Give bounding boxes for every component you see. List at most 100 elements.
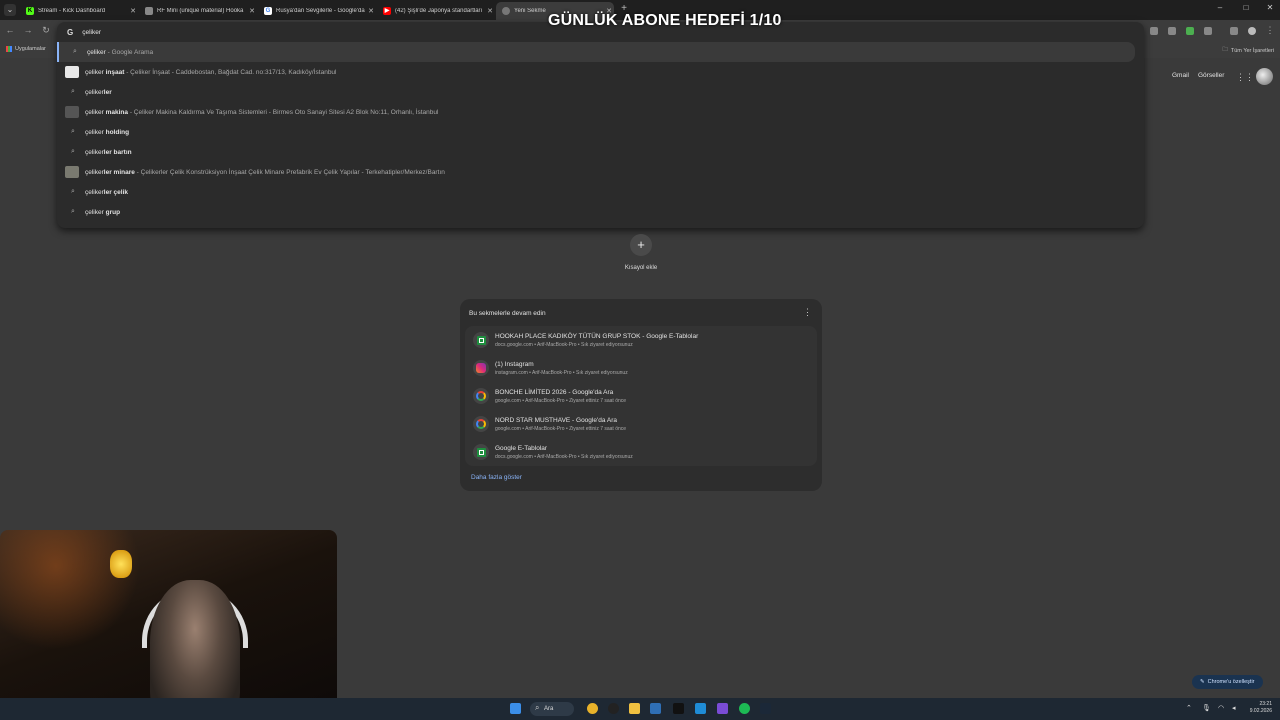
downloads-icon[interactable] bbox=[1230, 27, 1238, 35]
kick-icon: K bbox=[26, 7, 34, 15]
spotify-icon[interactable] bbox=[739, 703, 750, 714]
suggestion-prefix: çeliker bbox=[85, 88, 104, 96]
google-top-links: Gmail Görseller bbox=[1172, 72, 1224, 79]
search-icon: ⌕ bbox=[73, 48, 77, 55]
webcam-background bbox=[0, 530, 140, 650]
taskbar-clock[interactable]: 23:21 9.02.2026 bbox=[1250, 701, 1272, 715]
chrome-icon bbox=[502, 7, 510, 15]
search-icon: ⌕ bbox=[71, 148, 75, 155]
sheets-icon bbox=[473, 444, 489, 460]
suggestion-item[interactable]: ⌕ çelikerler bartın bbox=[57, 142, 1144, 162]
all-bookmarks[interactable]: 🗀 Tüm Yer İşaretleri bbox=[1222, 46, 1274, 55]
item-subtitle: docs.google.com • Arif-MacBook-Pro • Sık… bbox=[495, 342, 633, 348]
suggestion-item[interactable]: çelikerler minare - Çelikerler Çelik Kon… bbox=[57, 162, 1144, 182]
tab-close-icon[interactable]: ✕ bbox=[485, 7, 495, 15]
tab-kick[interactable]: K Stream - Kick Dashboard ✕ bbox=[20, 2, 138, 20]
steam-icon[interactable] bbox=[760, 703, 771, 714]
tab-label: RF Mini (unique material) Hooka bbox=[157, 8, 244, 14]
menu-icon[interactable]: ⋮ bbox=[1264, 25, 1276, 36]
list-item[interactable]: NORD STAR MUSTHAVE - Google'da Ara googl… bbox=[465, 410, 817, 438]
suggestion-item[interactable]: ⌕ çeliker grup bbox=[57, 202, 1144, 222]
list-item[interactable]: BONCHE LİMİTED 2026 - Google'da Ara goog… bbox=[465, 382, 817, 410]
card-menu-icon[interactable]: ⋮ bbox=[803, 307, 812, 318]
app-taskbar-icon[interactable] bbox=[608, 703, 619, 714]
minimize-button[interactable]: – bbox=[1212, 3, 1228, 12]
address-input-text[interactable]: çeliker bbox=[82, 29, 101, 36]
terminal-icon[interactable] bbox=[673, 703, 684, 714]
suggestion-item[interactable]: çeliker makina - Çeliker Makina Kaldırma… bbox=[57, 102, 1144, 122]
item-subtitle: instagram.com • Arif-MacBook-Pro • Sık z… bbox=[495, 370, 628, 376]
back-icon[interactable]: ← bbox=[4, 25, 16, 35]
tab-close-icon[interactable]: ✕ bbox=[366, 7, 376, 15]
volume-icon[interactable]: ◂ bbox=[1232, 704, 1236, 712]
suggestion-prefix: çeliker bbox=[87, 48, 106, 56]
item-subtitle: docs.google.com • Arif-MacBook-Pro • Sık… bbox=[495, 454, 633, 460]
item-title: NORD STAR MUSTHAVE - Google'da Ara bbox=[495, 417, 618, 424]
suggestion-item[interactable]: çeliker inşaat - Çeliker İnşaat - Caddeb… bbox=[57, 62, 1144, 82]
pencil-icon: ✎ bbox=[1200, 679, 1205, 685]
screen: ⌄ K Stream - Kick Dashboard ✕ RF Mini (u… bbox=[0, 0, 1280, 720]
tab-close-icon[interactable]: ✕ bbox=[128, 7, 138, 15]
tab-label: (42) Şişli'de Japonya standartları bbox=[395, 8, 483, 14]
suggestion-item[interactable]: ⌕ çelikerler bbox=[57, 82, 1144, 102]
taskbar: Ara ⌃ 🎙 ◠ ◂ 23:21 9.02.2026 bbox=[0, 698, 1280, 720]
tab-rf-mini[interactable]: RF Mini (unique material) Hooka ✕ bbox=[139, 2, 257, 20]
wifi-icon[interactable]: ◠ bbox=[1218, 704, 1224, 712]
webcam-overlay bbox=[0, 530, 337, 720]
list-item[interactable]: HOOKAH PLACE KADIKÖY TÜTÜN GRUP STOK - G… bbox=[465, 326, 817, 354]
taskbar-search-label: Ara bbox=[544, 706, 554, 712]
tab-close-icon[interactable]: ✕ bbox=[247, 7, 257, 15]
bookmark-apps[interactable]: Uygulamalar bbox=[6, 46, 46, 52]
microphone-icon[interactable]: 🎙 bbox=[1202, 704, 1211, 712]
item-title: Google E-Tablolar bbox=[495, 445, 548, 452]
profile-icon[interactable] bbox=[1248, 27, 1256, 35]
tabs-list: HOOKAH PLACE KADIKÖY TÜTÜN GRUP STOK - G… bbox=[465, 326, 817, 466]
images-link[interactable]: Görseller bbox=[1198, 72, 1224, 79]
list-item[interactable]: Google E-Tablolar docs.google.com • Arif… bbox=[465, 438, 817, 466]
tab-google-search[interactable]: G Rusya'dan Sevgilerle - Google'da ✕ bbox=[258, 2, 376, 20]
item-title: HOOKAH PLACE KADIKÖY TÜTÜN GRUP STOK - G… bbox=[495, 333, 699, 340]
clock-date: 9.02.2026 bbox=[1249, 708, 1272, 714]
extension-icon[interactable] bbox=[1150, 27, 1158, 35]
business-thumbnail bbox=[65, 66, 79, 78]
google-icon bbox=[473, 416, 489, 432]
tab-youtube[interactable]: ▶ (42) Şişli'de Japonya standartları ✕ bbox=[377, 2, 495, 20]
taskbar-search[interactable]: Ara bbox=[530, 702, 574, 716]
edge-icon[interactable] bbox=[695, 703, 706, 714]
item-title: (1) Instagram bbox=[495, 361, 534, 368]
reload-icon[interactable]: ↻ bbox=[40, 25, 52, 36]
show-more-link[interactable]: Daha fazla göster bbox=[471, 474, 522, 481]
add-shortcut-button[interactable]: + bbox=[630, 234, 652, 256]
forward-icon[interactable]: → bbox=[22, 25, 34, 35]
file-explorer-icon[interactable] bbox=[629, 703, 640, 714]
maximize-button[interactable]: □ bbox=[1238, 3, 1254, 12]
store-icon[interactable] bbox=[650, 703, 661, 714]
search-icon: ⌕ bbox=[71, 188, 75, 195]
suggestion-item[interactable]: ⌕ çeliker - Google Arama bbox=[57, 42, 1135, 62]
tab-search-button[interactable]: ⌄ bbox=[4, 4, 16, 16]
close-window-button[interactable]: ✕ bbox=[1262, 3, 1278, 12]
suggestion-sub: - Çeliker Makina Kaldırma Ve Taşıma Sist… bbox=[128, 108, 439, 116]
suggestion-sub: - Çeliker İnşaat - Caddebostan, Bağdat C… bbox=[124, 68, 337, 76]
app-taskbar-icon[interactable] bbox=[717, 703, 728, 714]
tray-chevron-icon[interactable]: ⌃ bbox=[1186, 704, 1192, 712]
suggestion-bold: ler çelik bbox=[103, 188, 129, 196]
list-item[interactable]: (1) Instagram instagram.com • Arif-MacBo… bbox=[465, 354, 817, 382]
suggestion-prefix: çeliker bbox=[85, 128, 104, 136]
suggestion-sub: - Google Arama bbox=[105, 48, 154, 56]
suggestion-prefix: çeliker bbox=[85, 208, 104, 216]
avatar[interactable] bbox=[1256, 68, 1273, 85]
chrome-taskbar-icon[interactable] bbox=[587, 703, 598, 714]
add-shortcut-label: Kısayol ekle bbox=[624, 265, 658, 271]
extension-icon[interactable] bbox=[1168, 27, 1176, 35]
suggestion-bold: holding bbox=[103, 128, 130, 136]
suggestion-bold: ler minare bbox=[103, 168, 135, 176]
suggestion-prefix: çeliker bbox=[85, 68, 104, 76]
suggestion-item[interactable]: ⌕ çeliker holding bbox=[57, 122, 1144, 142]
extensions-puzzle-icon[interactable] bbox=[1204, 27, 1212, 35]
customize-chrome-button[interactable]: ✎ Chrome'u özelleştir bbox=[1192, 675, 1263, 689]
windows-start-icon[interactable] bbox=[510, 703, 521, 714]
gmail-link[interactable]: Gmail bbox=[1172, 72, 1189, 79]
extension-icon[interactable] bbox=[1186, 27, 1194, 35]
suggestion-item[interactable]: ⌕ çelikerler çelik bbox=[57, 182, 1144, 202]
